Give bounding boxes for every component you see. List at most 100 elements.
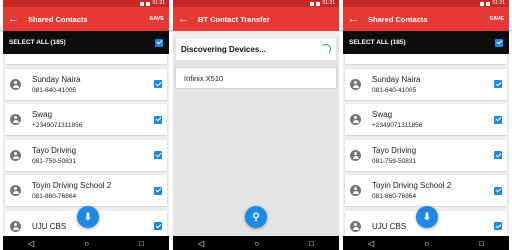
system-nav-bar: ◁ ○ □: [173, 236, 339, 250]
contact-name: Sunday Naira: [32, 74, 81, 84]
bt-contact-transfer-screen: 01:21 ← BT Contact Transfer Discovering …: [173, 0, 339, 250]
download-icon: ⬇: [83, 211, 93, 223]
contact-checkbox[interactable]: [494, 222, 502, 230]
contact-phone: 081-640-41005: [32, 86, 77, 94]
battery-icon: [316, 1, 321, 6]
avatar-icon: [350, 78, 361, 90]
search-fab-button[interactable]: ⚲: [245, 206, 267, 228]
contact-card[interactable]: Toyin Driving School 2 081-860-76864: [345, 175, 507, 206]
select-all-bar[interactable]: SELECT ALL (185): [3, 31, 169, 54]
select-all-checkbox[interactable]: [155, 38, 163, 47]
contact-card[interactable]: Swag +2349071311856: [5, 104, 167, 135]
discovering-label: Discovering Devices...: [181, 44, 266, 54]
signal-icon: [140, 1, 145, 6]
nav-home-icon[interactable]: ○: [424, 239, 429, 248]
avatar-icon: [10, 78, 21, 90]
contact-checkbox[interactable]: [154, 151, 162, 159]
contact-phone: 081-759-50831: [32, 157, 77, 165]
avatar-icon: [350, 220, 361, 232]
select-all-checkbox[interactable]: [495, 38, 503, 47]
contact-phone: 081-759-50831: [372, 157, 417, 165]
status-time: 01:21: [322, 0, 335, 6]
battery-icon: [146, 1, 151, 6]
contact-name: Swag: [372, 110, 393, 119]
download-icon: ⬇: [422, 211, 432, 223]
contact-checkbox[interactable]: [154, 80, 162, 88]
avatar-icon: [350, 149, 361, 161]
avatar-icon: [10, 185, 21, 196]
contact-name: Toyin Driving School 2: [32, 181, 112, 190]
avatar-icon: [10, 114, 21, 125]
contact-phone: +2349071311856: [32, 122, 83, 129]
contact-card[interactable]: Toyin Driving School 2 081-860-76864: [5, 175, 167, 206]
contact-name: Tayo Driving: [372, 145, 417, 155]
contact-card[interactable]: Tayo Driving 081-759-50831: [345, 139, 507, 171]
contact-phone: 081-640-41005: [372, 86, 417, 94]
contact-name: Sunday Naira: [372, 74, 421, 84]
status-time: 01:21: [492, 0, 505, 6]
avatar-icon: [350, 114, 361, 125]
list-item[interactable]: [5, 54, 167, 64]
contact-card[interactable]: Sunday Naira 081-640-41005: [5, 68, 167, 100]
contact-name: Toyin Driving School 2: [372, 181, 452, 190]
page-title: Shared Contacts: [28, 14, 88, 24]
status-bar: 01:21: [3, 0, 169, 7]
select-all-label: SELECT ALL (185): [9, 39, 66, 46]
app-bar: ← Shared Contacts SAVE: [343, 7, 509, 31]
contact-checkbox[interactable]: [494, 80, 502, 88]
download-fab-button[interactable]: ⬇: [77, 206, 99, 228]
select-all-label: SELECT ALL (185): [349, 39, 406, 46]
shared-contacts-screen: 01:21 ← Shared Contacts SAVE SELECT ALL …: [3, 0, 169, 250]
avatar-icon: [10, 149, 21, 161]
list-item[interactable]: [345, 54, 507, 64]
contact-checkbox[interactable]: [154, 186, 162, 195]
contact-name: Swag: [32, 110, 53, 119]
nav-home-icon[interactable]: ○: [84, 239, 89, 248]
contact-checkbox[interactable]: [154, 222, 162, 230]
contact-checkbox[interactable]: [154, 115, 162, 124]
contact-checkbox[interactable]: [494, 186, 502, 195]
download-fab-button[interactable]: ⬇: [416, 206, 438, 228]
contact-name: Tayo Driving: [32, 145, 77, 155]
screenshots-strip: 01:21 ← Shared Contacts SAVE SELECT ALL …: [0, 0, 512, 250]
back-arrow-icon[interactable]: ←: [348, 13, 362, 25]
nav-recents-icon[interactable]: □: [139, 239, 144, 248]
nav-home-icon[interactable]: ○: [254, 239, 259, 248]
system-nav-bar: ◁ ○ □: [343, 236, 509, 250]
avatar-icon: [10, 220, 21, 232]
contact-phone: 081-860-76864: [372, 193, 417, 200]
search-icon: ⚲: [252, 211, 260, 223]
nav-back-icon[interactable]: ◁: [368, 239, 374, 248]
nav-back-icon[interactable]: ◁: [198, 239, 204, 248]
app-bar: ← Shared Contacts SAVE: [3, 7, 169, 31]
back-arrow-icon[interactable]: ←: [8, 13, 22, 25]
discovering-status: Discovering Devices...: [175, 37, 337, 61]
select-all-bar[interactable]: SELECT ALL (185): [343, 31, 509, 54]
status-time: 01:21: [152, 0, 165, 6]
save-button[interactable]: SAVE: [489, 16, 504, 22]
status-bar: 01:21: [173, 0, 339, 7]
loading-spinner-icon: [321, 44, 331, 54]
device-item[interactable]: Infinix X510: [175, 67, 337, 89]
page-title: BT Contact Transfer: [198, 14, 270, 24]
signal-icon: [480, 1, 485, 6]
contact-card[interactable]: Tayo Driving 081-759-50831: [5, 139, 167, 171]
signal-icon: [310, 1, 315, 6]
contact-checkbox[interactable]: [494, 151, 502, 159]
back-arrow-icon[interactable]: ←: [178, 13, 192, 25]
contact-phone: 081-860-76864: [32, 193, 77, 200]
shared-contacts-screen: 01:21 ← Shared Contacts SAVE SELECT ALL …: [343, 0, 509, 250]
device-name: Infinix X510: [184, 73, 224, 83]
contact-card[interactable]: Sunday Naira 081-640-41005: [345, 68, 507, 100]
system-nav-bar: ◁ ○ □: [3, 236, 169, 250]
nav-recents-icon[interactable]: □: [309, 239, 314, 248]
save-button[interactable]: SAVE: [149, 16, 164, 22]
contact-phone: +2349071311856: [372, 122, 423, 129]
avatar-icon: [350, 185, 361, 196]
nav-recents-icon[interactable]: □: [479, 239, 484, 248]
status-bar: 01:21: [343, 0, 509, 7]
page-title: Shared Contacts: [368, 14, 428, 24]
contact-card[interactable]: Swag +2349071311856: [345, 104, 507, 135]
nav-back-icon[interactable]: ◁: [28, 239, 34, 248]
contact-checkbox[interactable]: [494, 115, 502, 124]
